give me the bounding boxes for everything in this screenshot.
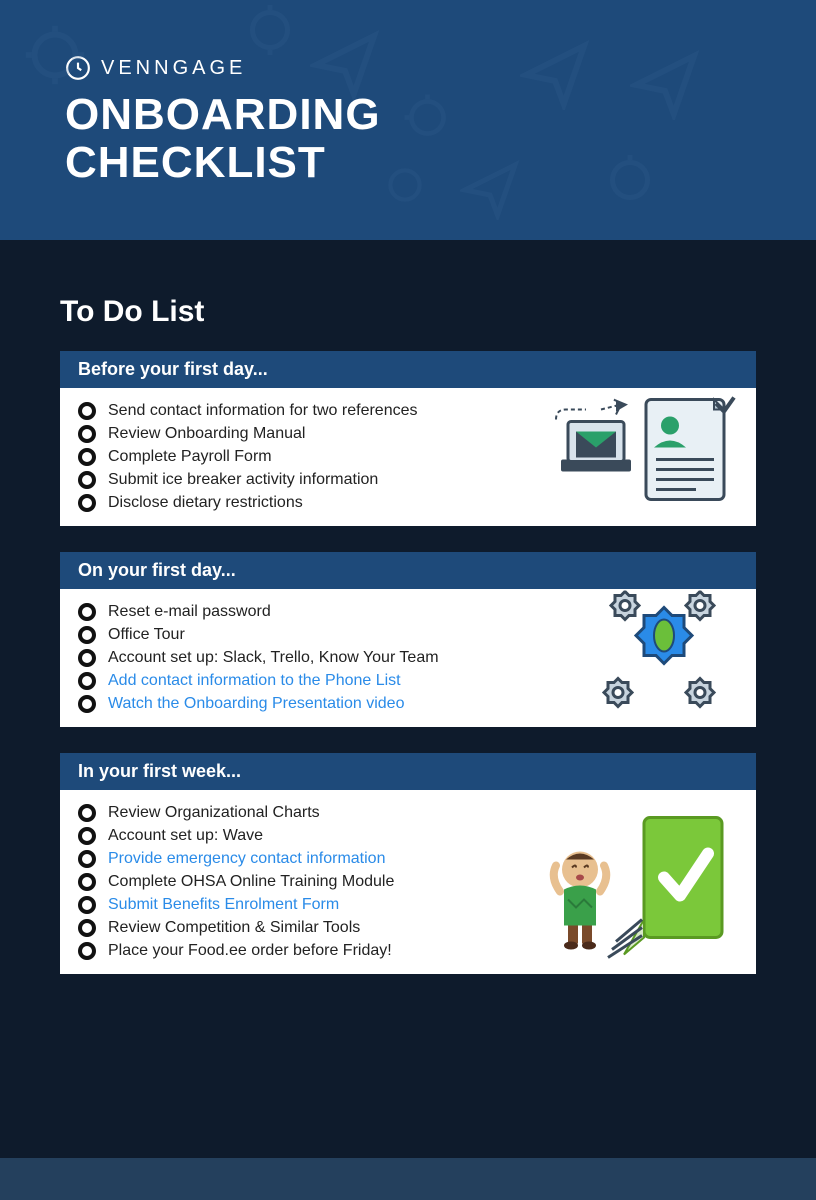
check-label-link[interactable]: Add contact information to the Phone Lis… [108, 672, 401, 690]
header: VENNGAGE ONBOARDING CHECKLIST [0, 0, 816, 240]
checkbox-icon[interactable] [78, 896, 96, 914]
check-label: Complete Payroll Form [108, 448, 272, 466]
checkbox-icon[interactable] [78, 603, 96, 621]
panel-header: Before your first day... [60, 351, 756, 388]
checkbox-icon[interactable] [78, 626, 96, 644]
panel-header-text: On your first day... [78, 560, 236, 580]
check-label: Account set up: Slack, Trello, Know Your… [108, 649, 439, 667]
checkbox-icon[interactable] [78, 827, 96, 845]
check-label-link[interactable]: Provide emergency contact information [108, 850, 385, 868]
documents-illustration-icon [546, 390, 736, 525]
panel-header: On your first day... [60, 552, 756, 589]
panel-body: Review Organizational Charts Account set… [60, 790, 756, 974]
check-label: Place your Food.ee order before Friday! [108, 942, 392, 960]
footer-bar [0, 1158, 816, 1200]
checkbox-icon[interactable] [78, 804, 96, 822]
success-character-illustration-icon [546, 800, 736, 965]
checkbox-icon[interactable] [78, 919, 96, 937]
panel-header-text: Before your first day... [78, 359, 268, 379]
check-label: Reset e-mail password [108, 603, 271, 621]
section-title: To Do List [60, 295, 756, 329]
checkbox-icon[interactable] [78, 672, 96, 690]
check-label: Review Organizational Charts [108, 804, 320, 822]
checkbox-icon[interactable] [78, 695, 96, 713]
checkbox-icon[interactable] [78, 471, 96, 489]
panel-before-first-day: Before your first day... Send contact in… [60, 351, 756, 526]
panel-header-text: In your first week... [78, 761, 241, 781]
check-label: Disclose dietary restrictions [108, 494, 303, 512]
panel-header: In your first week... [60, 753, 756, 790]
check-label: Account set up: Wave [108, 827, 263, 845]
content: To Do List Before your first day... Send… [0, 240, 816, 974]
panel-body: Reset e-mail password Office Tour Accoun… [60, 589, 756, 727]
check-label: Review Competition & Similar Tools [108, 919, 360, 937]
checkbox-icon[interactable] [78, 402, 96, 420]
checkbox-icon[interactable] [78, 448, 96, 466]
check-label: Complete OHSA Online Training Module [108, 873, 394, 891]
header-decorative-icons [0, 0, 816, 240]
checkbox-icon[interactable] [78, 873, 96, 891]
check-label: Send contact information for two referen… [108, 402, 418, 420]
panel-on-first-day: On your first day... Reset e-mail passwo… [60, 552, 756, 727]
checkbox-icon[interactable] [78, 942, 96, 960]
checkbox-icon[interactable] [78, 649, 96, 667]
check-label: Office Tour [108, 626, 185, 644]
checkbox-icon[interactable] [78, 494, 96, 512]
check-label-link[interactable]: Watch the Onboarding Presentation video [108, 695, 404, 713]
checkbox-icon[interactable] [78, 425, 96, 443]
panel-first-week: In your first week... Review Organizatio… [60, 753, 756, 974]
checkbox-icon[interactable] [78, 850, 96, 868]
gears-illustration-icon [596, 591, 736, 726]
check-label: Review Onboarding Manual [108, 425, 305, 443]
panel-body: Send contact information for two referen… [60, 388, 756, 526]
check-label: Submit ice breaker activity information [108, 471, 378, 489]
check-label-link[interactable]: Submit Benefits Enrolment Form [108, 896, 339, 914]
